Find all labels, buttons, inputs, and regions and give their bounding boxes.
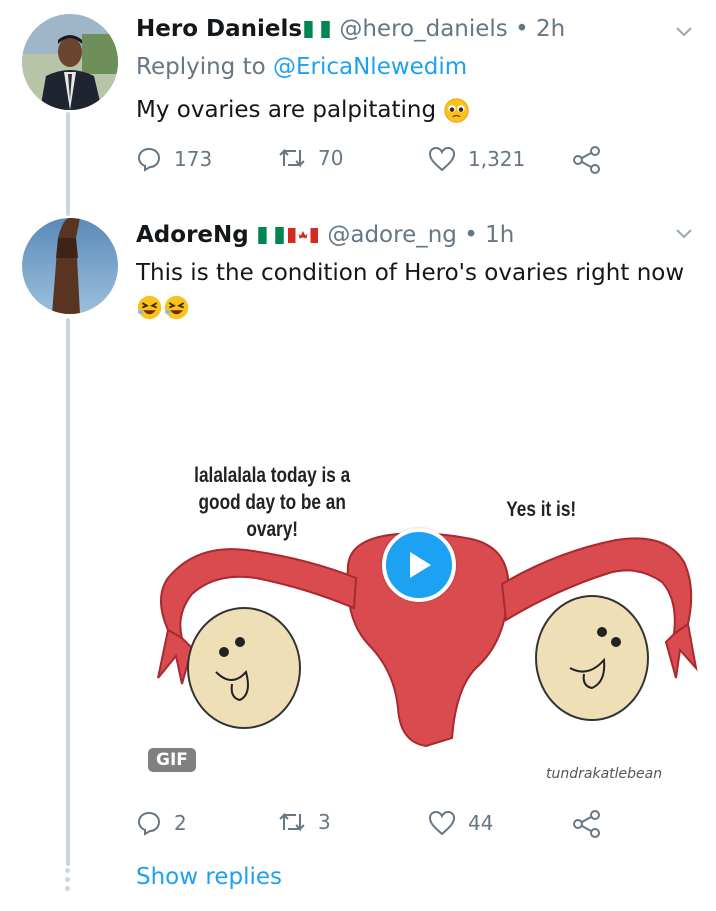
retweet-button[interactable]: 3	[278, 810, 331, 834]
play-icon	[410, 552, 431, 578]
display-name[interactable]: Hero Daniels	[136, 16, 302, 42]
like-button[interactable]: 1,321	[428, 146, 525, 172]
reply-button[interactable]: 173	[136, 146, 212, 172]
artist-signature: tundrakatlebean	[546, 766, 663, 782]
retweet-button[interactable]: 70	[278, 146, 343, 170]
reply-icon	[137, 147, 161, 172]
tweet-header: AdoreNg @adore_ng • 1h	[136, 222, 515, 248]
heart-icon	[428, 146, 456, 172]
mention-link[interactable]: @EricaNlewedim	[273, 54, 467, 80]
play-button[interactable]	[382, 528, 456, 602]
heart-icon	[428, 810, 456, 836]
thread-line	[66, 112, 70, 216]
retweet-icon	[279, 148, 305, 168]
avatar[interactable]	[22, 218, 118, 314]
nigeria-flag-icon	[258, 227, 284, 244]
meme-caption-left: lalalalala today is a good day to be an …	[194, 464, 351, 541]
rolling-laughing-emoji-icon	[164, 295, 189, 320]
timestamp[interactable]: 2h	[536, 16, 565, 42]
nigeria-flag-icon	[304, 21, 330, 38]
retweet-icon	[279, 812, 305, 832]
share-button[interactable]	[572, 146, 614, 174]
like-button[interactable]: 44	[428, 810, 493, 836]
tweet-header: Hero Daniels @hero_daniels • 2h	[136, 16, 566, 42]
username[interactable]: @hero_daniels	[339, 16, 507, 42]
tweet-text: This is the condition of Hero's ovaries …	[136, 256, 706, 324]
tweet-text: My ovaries are palpitating	[136, 93, 470, 127]
rolling-laughing-emoji-icon	[137, 295, 162, 320]
display-name[interactable]: AdoreNg	[136, 222, 249, 248]
gif-badge: GIF	[148, 748, 196, 772]
avatar[interactable]	[22, 14, 118, 110]
timestamp[interactable]: 1h	[485, 222, 514, 248]
share-button[interactable]	[572, 810, 614, 838]
reply-button[interactable]: 2	[136, 810, 187, 836]
gif-media[interactable]: lalalalala today is a good day to be an …	[136, 338, 700, 790]
chevron-down-icon[interactable]	[674, 22, 694, 42]
thread-line	[66, 318, 70, 866]
pleading-face-emoji-icon	[444, 98, 470, 123]
canada-flag-icon	[288, 228, 319, 243]
thread-dots	[65, 868, 71, 895]
chevron-down-icon[interactable]	[674, 224, 694, 244]
username[interactable]: @adore_ng	[327, 222, 457, 248]
show-replies-link[interactable]: Show replies	[136, 864, 282, 890]
tweet-actions: 2 3 44	[136, 810, 616, 840]
replying-to: Replying to @EricaNlewedim	[136, 54, 468, 80]
tweet-actions: 173 70 1,321	[136, 146, 616, 176]
meme-caption-right: Yes it is!	[506, 498, 577, 521]
share-icon	[573, 810, 600, 838]
share-icon	[573, 146, 600, 174]
reply-icon	[137, 811, 161, 836]
